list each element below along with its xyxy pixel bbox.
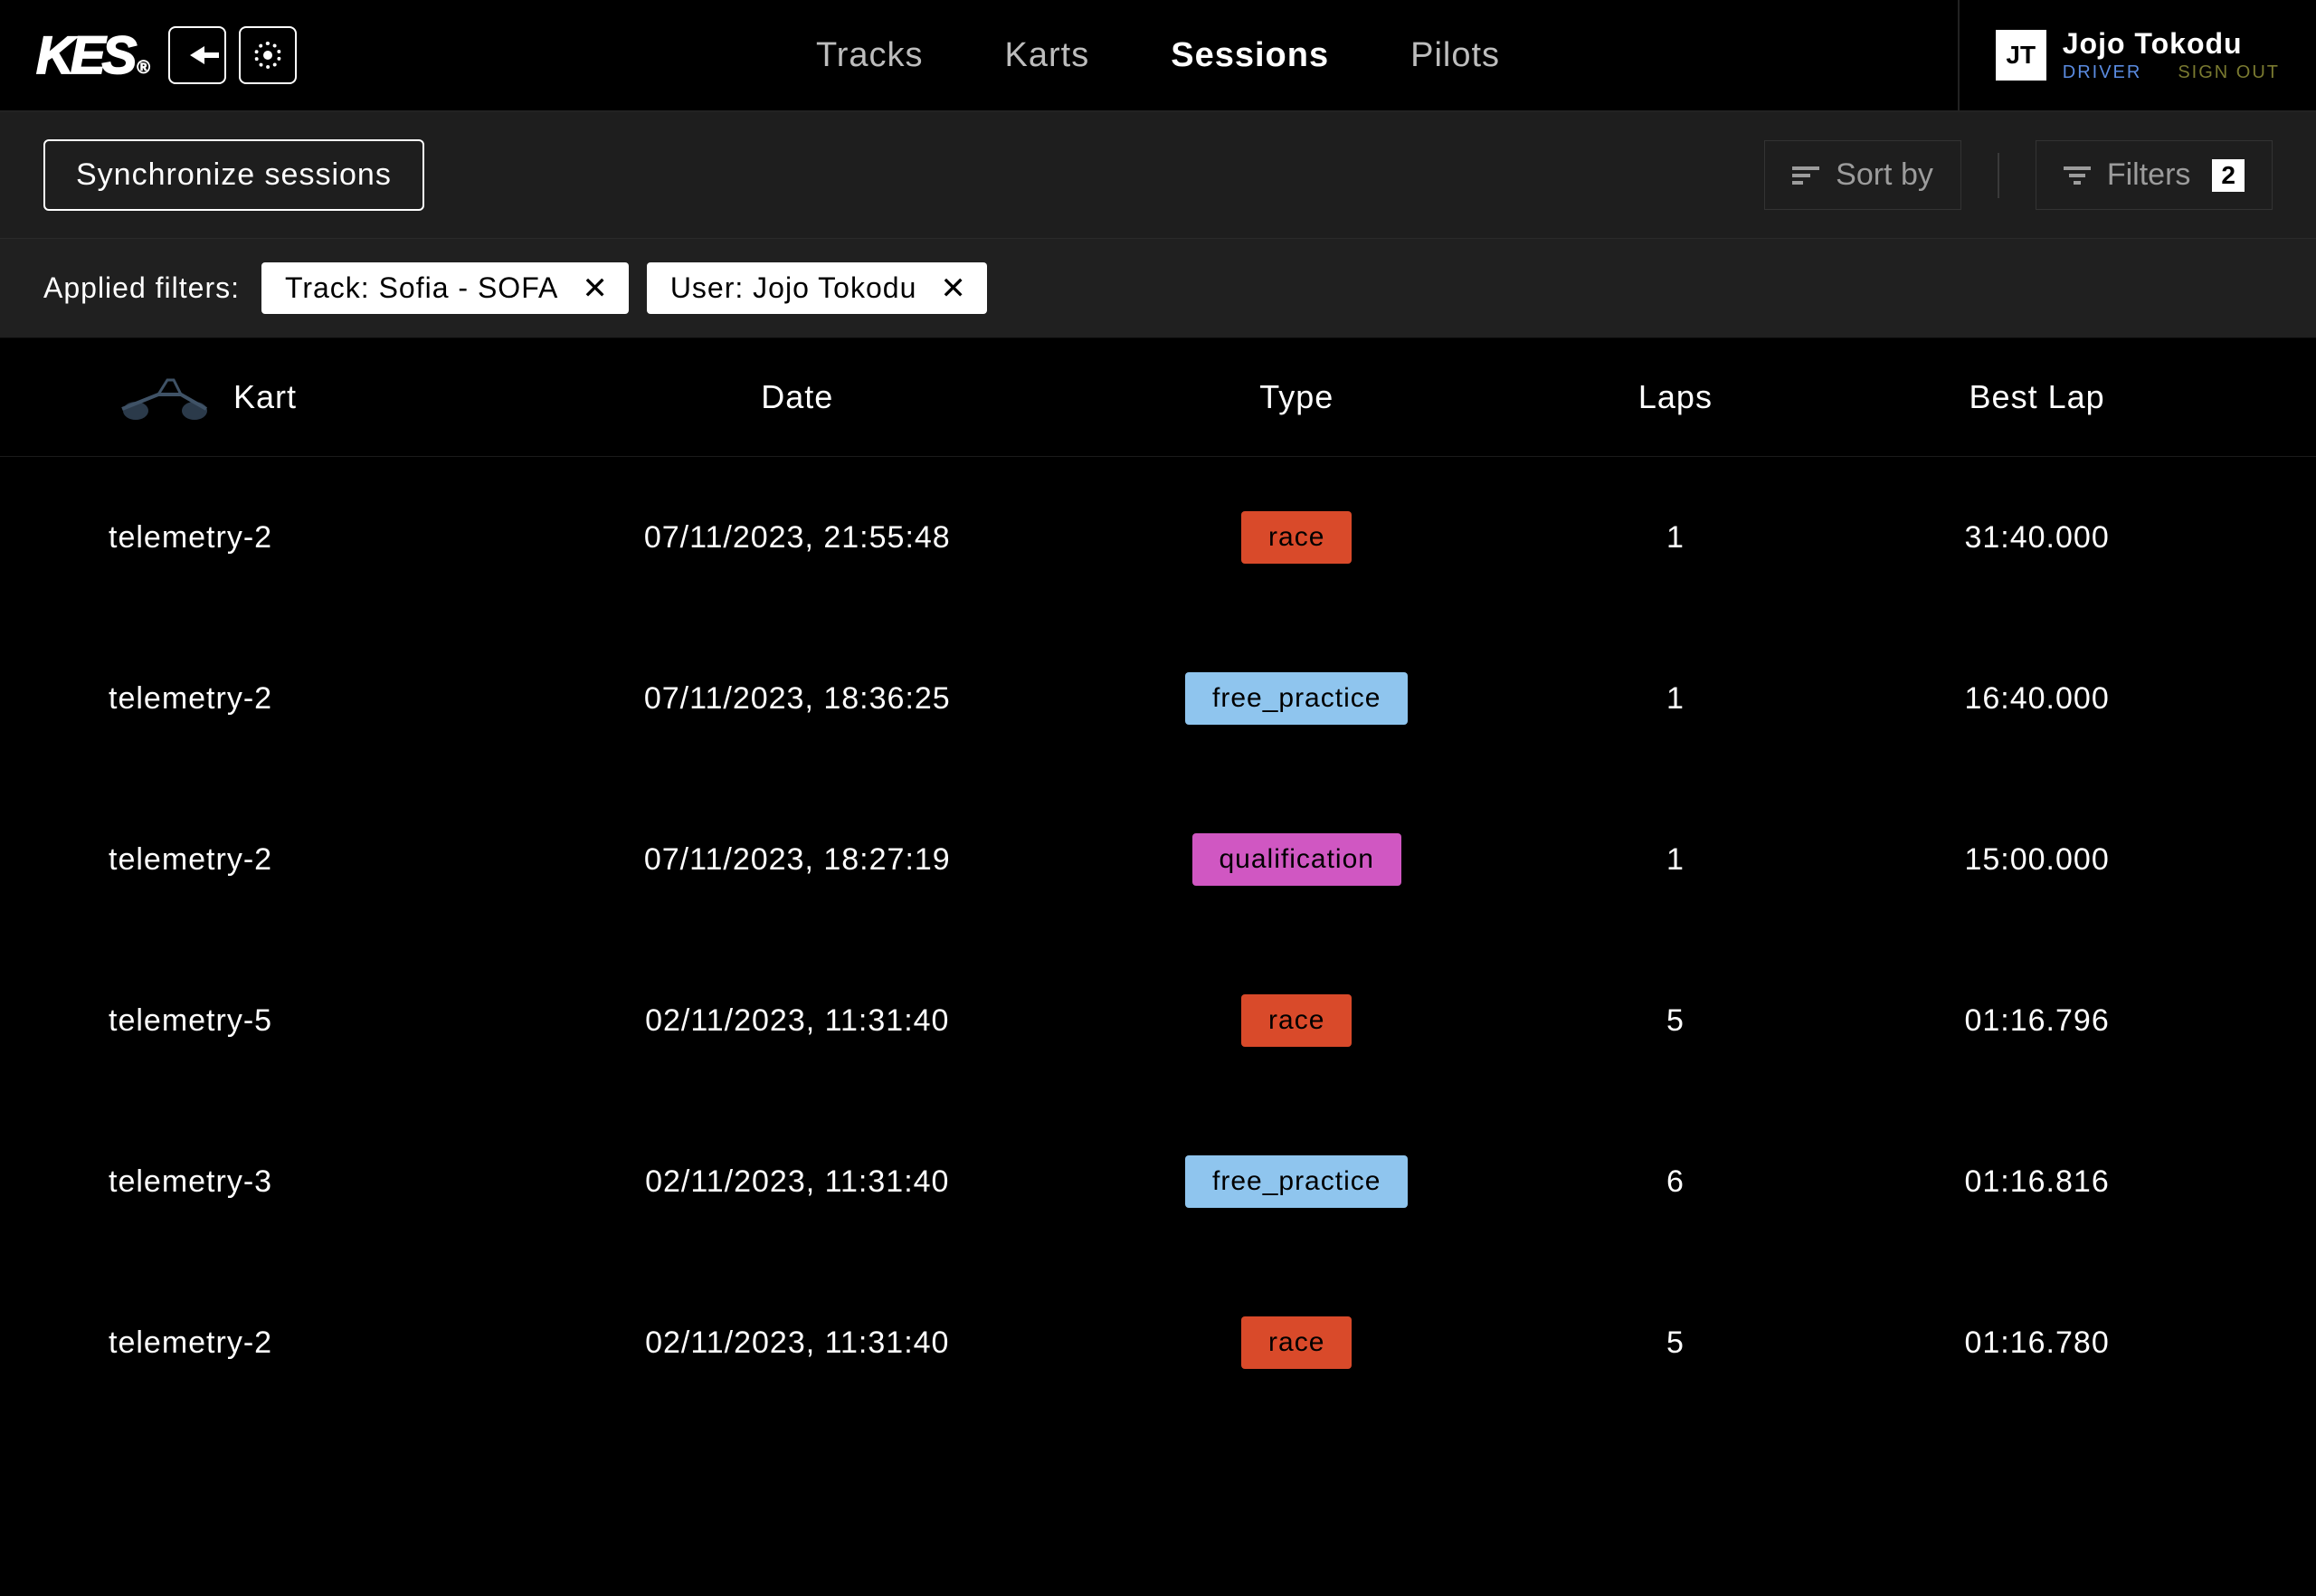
cell-date: 02/11/2023, 11:31:40: [522, 1003, 1073, 1039]
cell-best-lap: 15:00.000: [1830, 842, 2244, 878]
cell-kart: telemetry-2: [109, 681, 522, 717]
nav-sessions[interactable]: Sessions: [1171, 36, 1329, 75]
nav-tracks[interactable]: Tracks: [816, 36, 924, 75]
user-name: Jojo Tokodu: [2063, 27, 2280, 61]
filters-button[interactable]: Filters 2: [2036, 140, 2273, 210]
type-badge: race: [1241, 994, 1352, 1047]
cell-kart: telemetry-2: [109, 520, 522, 556]
cell-kart: telemetry-3: [109, 1164, 522, 1200]
header-date[interactable]: Date: [522, 378, 1073, 416]
cell-best-lap: 01:16.796: [1830, 1003, 2244, 1039]
top-nav: KES® Tracks Karts Sessions Pilots JT Joj…: [0, 0, 2316, 112]
table-row[interactable]: telemetry-502/11/2023, 11:31:40 race 501:1…: [0, 940, 2316, 1101]
header-laps[interactable]: Laps: [1521, 378, 1831, 416]
sessions-table: Kart Date Type Laps Best Lap telemetry-2…: [0, 338, 2316, 1423]
arrow-left-icon: [190, 46, 204, 64]
sort-by-label: Sort by: [1836, 157, 1933, 193]
cell-date: 07/11/2023, 18:36:25: [522, 681, 1073, 717]
sort-icon: [1792, 166, 1819, 185]
table-row[interactable]: telemetry-207/11/2023, 18:36:25 free_prac…: [0, 618, 2316, 779]
theme-toggle-button[interactable]: [239, 26, 297, 84]
logo-reg-icon: ®: [137, 58, 147, 79]
type-badge: free_practice: [1185, 1155, 1408, 1208]
filter-icon: [2064, 166, 2091, 185]
cell-date: 07/11/2023, 18:27:19: [522, 842, 1073, 878]
cell-type: race: [1073, 511, 1521, 564]
sign-out-link[interactable]: SIGN OUT: [2178, 62, 2280, 83]
cell-best-lap: 31:40.000: [1830, 520, 2244, 556]
cell-laps: 5: [1521, 1003, 1831, 1039]
avatar[interactable]: JT: [1996, 30, 2046, 81]
type-badge: free_practice: [1185, 672, 1408, 725]
logo[interactable]: KES®: [36, 25, 147, 86]
logo-text: KES: [36, 25, 133, 86]
header-kart[interactable]: Kart: [109, 375, 522, 420]
header-type[interactable]: Type: [1073, 378, 1521, 416]
header-kart-label: Kart: [233, 378, 297, 416]
cell-kart: telemetry-5: [109, 1003, 522, 1039]
cell-best-lap: 01:16.780: [1830, 1325, 2244, 1361]
cell-laps: 1: [1521, 520, 1831, 556]
cell-type: qualification: [1073, 833, 1521, 886]
type-badge: qualification: [1192, 833, 1401, 886]
cell-type: free_practice: [1073, 1155, 1521, 1208]
cell-type: free_practice: [1073, 672, 1521, 725]
filter-chip: User: Jojo Tokodu ✕: [647, 262, 987, 314]
cell-best-lap: 16:40.000: [1830, 681, 2244, 717]
table-header: Kart Date Type Laps Best Lap: [0, 338, 2316, 457]
filter-chip-text: User: Jojo Tokodu: [670, 271, 917, 305]
cell-kart: telemetry-2: [109, 1325, 522, 1361]
user-info: Jojo Tokodu DRIVER SIGN OUT: [2063, 27, 2280, 83]
toolbar-right: Sort by Filters 2: [1764, 140, 2273, 210]
sort-by-button[interactable]: Sort by: [1764, 140, 1961, 210]
applied-filters-label: Applied filters:: [43, 271, 240, 305]
cell-type: race: [1073, 994, 1521, 1047]
gear-icon: [254, 42, 281, 69]
nav-pilots[interactable]: Pilots: [1410, 36, 1500, 75]
cell-laps: 6: [1521, 1164, 1831, 1200]
vertical-separator: [1998, 153, 1999, 198]
cell-date: 02/11/2023, 11:31:40: [522, 1325, 1073, 1361]
cell-laps: 5: [1521, 1325, 1831, 1361]
close-icon[interactable]: ✕: [940, 273, 967, 304]
cell-laps: 1: [1521, 842, 1831, 878]
table-row[interactable]: telemetry-207/11/2023, 21:55:48 race 131:4…: [0, 457, 2316, 618]
nav-karts[interactable]: Karts: [1005, 36, 1090, 75]
applied-filters-chips: Track: Sofia - SOFA ✕ User: Jojo Tokodu ✕: [261, 262, 987, 314]
back-button[interactable]: [168, 26, 226, 84]
filters-count-badge: 2: [2212, 159, 2245, 192]
cell-date: 07/11/2023, 21:55:48: [522, 520, 1073, 556]
table-row[interactable]: telemetry-207/11/2023, 18:27:19 qualifica…: [0, 779, 2316, 940]
user-role: DRIVER: [2063, 62, 2142, 83]
header-best-lap[interactable]: Best Lap: [1830, 378, 2244, 416]
table-row[interactable]: telemetry-202/11/2023, 11:31:40 race 501:1…: [0, 1262, 2316, 1423]
type-badge: race: [1241, 1316, 1352, 1369]
user-box: JT Jojo Tokodu DRIVER SIGN OUT: [1958, 0, 2316, 110]
toolbar: Synchronize sessions Sort by Filters 2: [0, 112, 2316, 239]
nav-links: Tracks Karts Sessions Pilots: [816, 36, 1500, 75]
close-icon[interactable]: ✕: [582, 273, 609, 304]
cell-date: 02/11/2023, 11:31:40: [522, 1164, 1073, 1200]
table-row[interactable]: telemetry-302/11/2023, 11:31:40 free_prac…: [0, 1101, 2316, 1262]
applied-filters-bar: Applied filters: Track: Sofia - SOFA✕Use…: [0, 239, 2316, 338]
filter-chip: Track: Sofia - SOFA ✕: [261, 262, 629, 314]
filters-label: Filters: [2107, 157, 2191, 193]
cell-best-lap: 01:16.816: [1830, 1164, 2244, 1200]
cell-laps: 1: [1521, 681, 1831, 717]
cell-kart: telemetry-2: [109, 842, 522, 878]
cell-type: race: [1073, 1316, 1521, 1369]
kart-icon: [109, 375, 217, 420]
type-badge: race: [1241, 511, 1352, 564]
filter-chip-text: Track: Sofia - SOFA: [285, 271, 558, 305]
synchronize-sessions-button[interactable]: Synchronize sessions: [43, 139, 424, 211]
